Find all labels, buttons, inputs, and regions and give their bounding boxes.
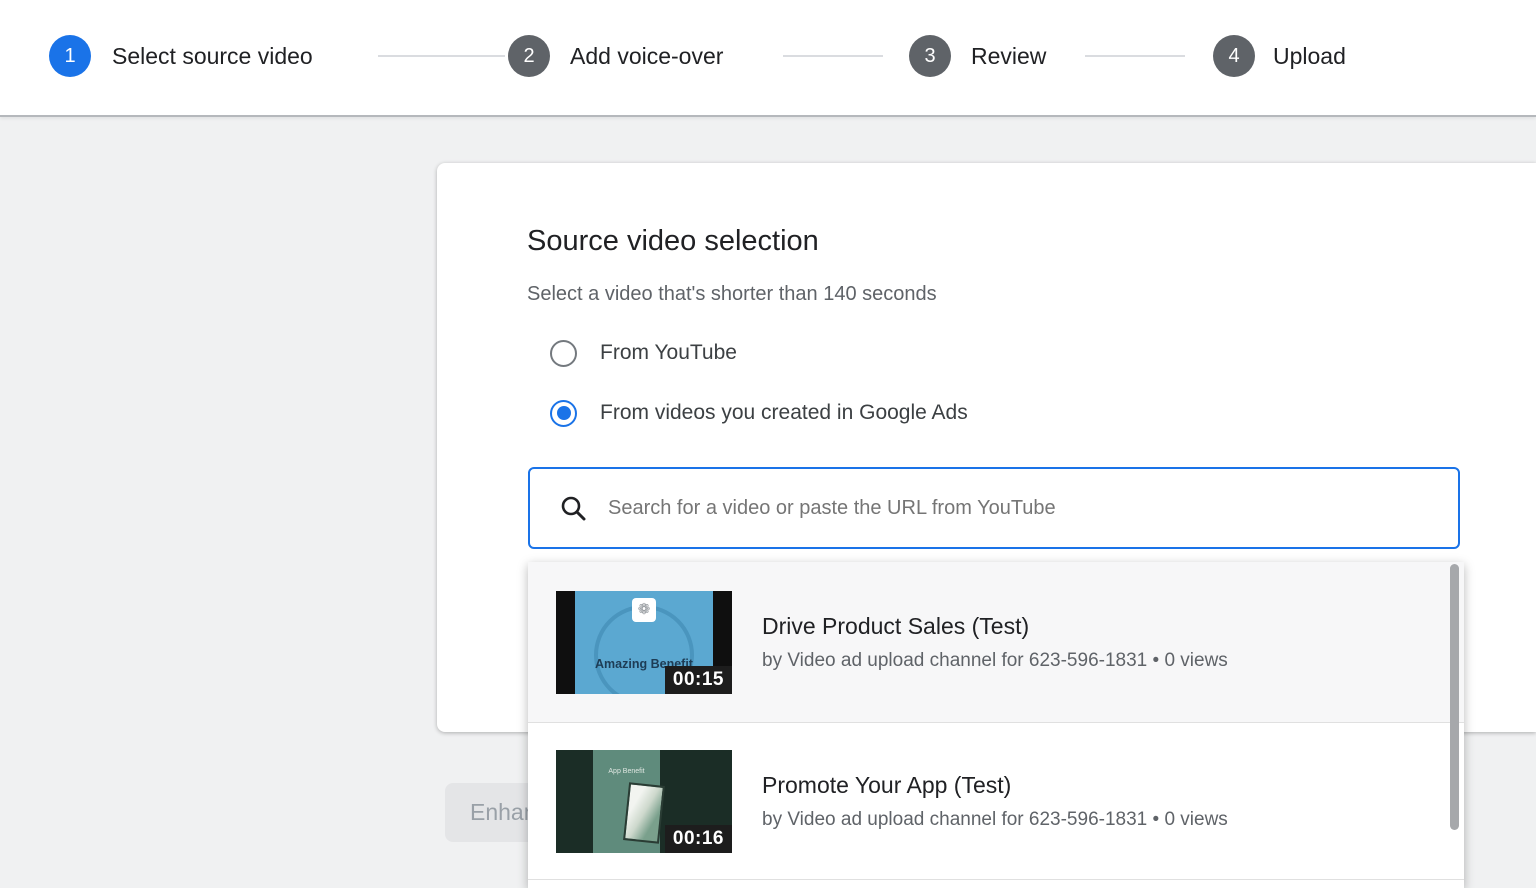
video-thumbnail: ❁ Amazing Benefit 00:15 [556, 591, 732, 694]
radio-unselected-icon [550, 340, 577, 367]
dropdown-scrollbar[interactable] [1450, 564, 1459, 830]
radio-option-from-youtube[interactable]: From YouTube [550, 339, 737, 367]
radio-selected-icon [550, 400, 577, 427]
radio-dot [557, 406, 571, 420]
next-result-sliver [528, 880, 1464, 888]
card-subtitle: Select a video that's shorter than 140 s… [527, 283, 937, 306]
radio-option-label: From videos you created in Google Ads [600, 401, 968, 425]
duration-badge: 00:16 [665, 825, 732, 853]
flower-icon: ❁ [632, 598, 656, 622]
video-results-dropdown: ❁ Amazing Benefit 00:15 Drive Product Sa… [528, 562, 1464, 888]
video-byline: by Video ad upload channel for 623-596-1… [762, 809, 1228, 831]
step-2-circle[interactable]: 2 [508, 35, 550, 77]
search-input[interactable] [608, 478, 1458, 538]
card-title: Source video selection [527, 225, 819, 258]
search-icon [560, 495, 587, 522]
video-result-item[interactable]: ❁ Amazing Benefit 00:15 Drive Product Sa… [528, 562, 1464, 723]
step-1-circle[interactable]: 1 [49, 35, 91, 77]
step-1-label[interactable]: Select source video [112, 43, 313, 70]
video-title: Promote Your App (Test) [762, 772, 1228, 799]
radio-option-from-google-ads[interactable]: From videos you created in Google Ads [550, 399, 968, 427]
thumbnail-caption: App Benefit [593, 768, 660, 775]
step-connector-line [378, 55, 505, 57]
phone-mockup [623, 782, 665, 843]
video-title: Drive Product Sales (Test) [762, 613, 1228, 640]
wizard-stepper-bar: 1 Select source video 2 Add voice-over 3… [0, 0, 1536, 117]
step-connector-line [783, 55, 883, 57]
step-3-circle[interactable]: 3 [909, 35, 951, 77]
video-search-box[interactable] [528, 467, 1460, 549]
video-result-item[interactable]: App Benefit 00:16 Promote Your App (Test… [528, 723, 1464, 880]
video-thumbnail: App Benefit 00:16 [556, 750, 732, 853]
step-4-label[interactable]: Upload [1273, 43, 1346, 70]
radio-option-label: From YouTube [600, 341, 737, 365]
step-4-circle[interactable]: 4 [1213, 35, 1255, 77]
step-connector-line [1085, 55, 1185, 57]
duration-badge: 00:15 [665, 666, 732, 694]
video-byline: by Video ad upload channel for 623-596-1… [762, 650, 1228, 672]
step-3-label[interactable]: Review [971, 43, 1046, 70]
step-2-label[interactable]: Add voice-over [570, 43, 723, 70]
